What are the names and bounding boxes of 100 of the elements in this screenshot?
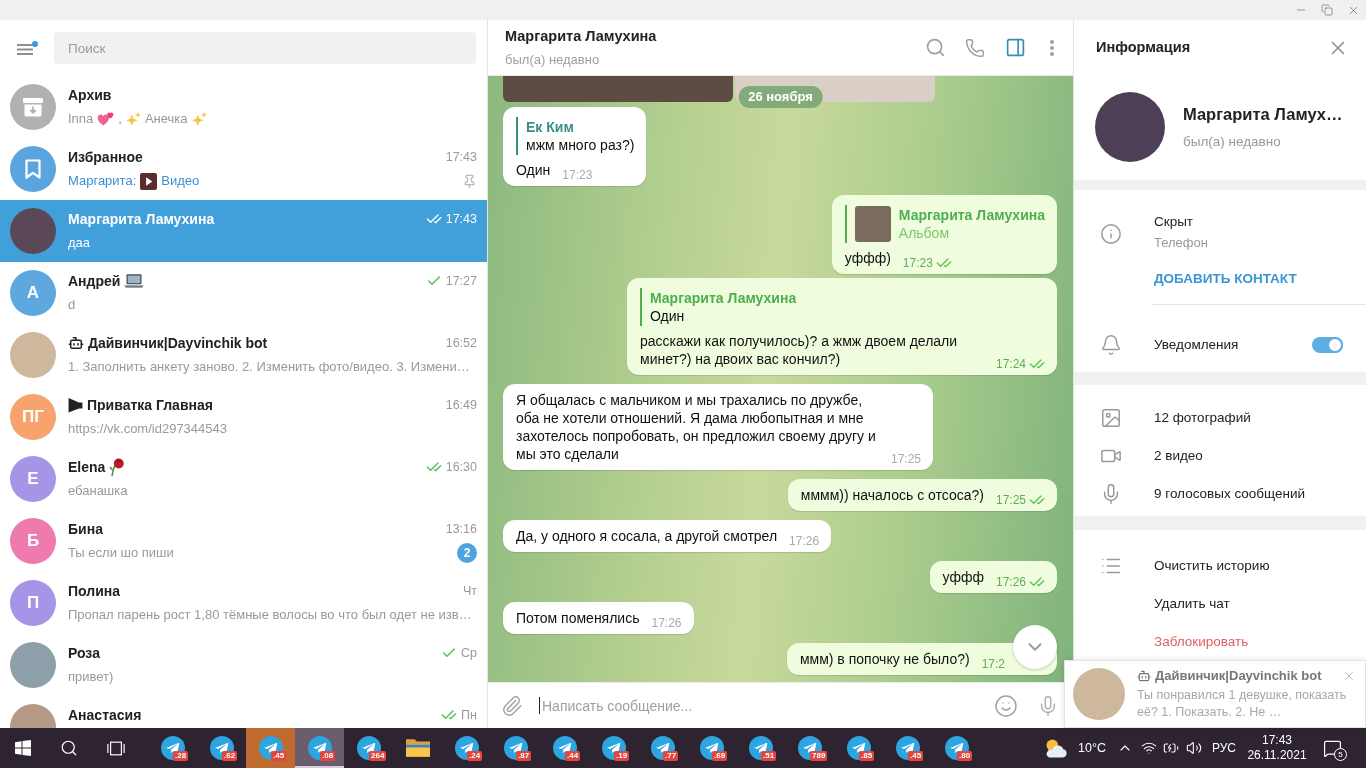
speech-bubble-icon xyxy=(1322,738,1342,758)
taskbar-app-button[interactable]: .45 xyxy=(246,728,295,768)
taskbar-app-button[interactable]: .24 xyxy=(442,728,491,768)
archive-icon xyxy=(10,84,56,130)
chat-name: Избранное xyxy=(68,147,143,167)
image-icon xyxy=(1100,407,1122,429)
taskbar-app-button[interactable]: 264 xyxy=(344,728,393,768)
badge-count: .45 xyxy=(908,751,924,761)
phone-icon xyxy=(965,37,985,58)
message-preview: Пропал парень рост 1,80 тёмные волосы во что был одет не изв… xyxy=(68,606,472,625)
badge-count: .85 xyxy=(859,751,875,761)
bookmark-icon xyxy=(10,146,56,192)
chat-action-button[interactable]: Удалить чат xyxy=(1074,585,1366,623)
notification-title: Дайвинчик|Dayvinchik bot xyxy=(1155,667,1322,686)
paperclip-icon xyxy=(501,694,523,717)
chat-name: Анастасия xyxy=(68,705,142,725)
badge-count: 789 xyxy=(810,751,828,761)
robot-icon xyxy=(68,335,84,351)
message-time: 17:2 xyxy=(981,657,1005,671)
chat-title: Маргарита Ламухина xyxy=(505,26,657,46)
taskbar-app-button[interactable]: .28 xyxy=(148,728,197,768)
shared-media-button[interactable]: 9 голосовых сообщений xyxy=(1074,475,1366,513)
profile-name: Маргарита Ламух… xyxy=(1183,103,1343,125)
megaphone-icon xyxy=(68,397,83,413)
notifications-toggle[interactable] xyxy=(1312,337,1343,353)
sparkle-icon xyxy=(125,112,141,126)
chat-name: Архив xyxy=(68,85,112,105)
message-text: Да, у одного я сосала, а другой смотрел xyxy=(516,527,778,545)
clock-button[interactable]: 17:43 26.11.2021 xyxy=(1242,728,1312,768)
message-time: 17:23 xyxy=(902,256,933,270)
notification-center-button[interactable]: 5 xyxy=(1312,728,1352,768)
scroll-down-button[interactable] xyxy=(1013,625,1057,669)
chat-name: Роза xyxy=(68,643,100,663)
chat-name: Приватка Главная xyxy=(87,395,213,415)
taskbar-app-button[interactable]: .45 xyxy=(883,728,932,768)
taskbar-app-button[interactable]: 789 xyxy=(785,728,834,768)
laptop-icon xyxy=(124,274,145,288)
taskbar-app-button[interactable]: .19 xyxy=(589,728,638,768)
chat-time: 17:43 xyxy=(445,210,477,228)
speaker-icon xyxy=(1186,740,1202,756)
reply-author: Маргарита Ламухина xyxy=(898,206,1045,224)
message-time: 17:25 xyxy=(995,493,1026,507)
chat-name: Elena xyxy=(68,457,106,477)
chat-time: 16:49 xyxy=(445,396,477,414)
sparkle-icon xyxy=(191,112,207,126)
taskbar-app-button[interactable]: .51 xyxy=(736,728,785,768)
chat-name: Андрей xyxy=(68,271,121,291)
profile-status: был(а) недавно xyxy=(1183,133,1282,152)
taskbar-app-button[interactable]: .87 xyxy=(491,728,540,768)
chat-time: Чт xyxy=(462,582,477,600)
contact-avatar: E xyxy=(10,456,56,502)
contact-avatar: А xyxy=(10,270,56,316)
wifi-icon xyxy=(1141,740,1157,756)
badge-count: .45 xyxy=(271,751,287,761)
taskbar-app-button[interactable]: .85 xyxy=(834,728,883,768)
message-text: Один xyxy=(516,161,551,179)
shared-media-button[interactable]: 2 видео xyxy=(1074,437,1366,475)
taskbar-app-button[interactable]: .80 xyxy=(932,728,981,768)
chat-name: Полина xyxy=(68,581,120,601)
preview-text: Анечка xyxy=(144,110,188,129)
avatar-placeholder xyxy=(10,208,56,254)
badge-count: .77 xyxy=(663,751,679,761)
taskbar-app-button[interactable]: .44 xyxy=(540,728,589,768)
taskbar-app-button[interactable]: .08 xyxy=(295,728,344,768)
search-field[interactable]: Поиск xyxy=(54,32,476,64)
taskbar-app-button[interactable]: .69 xyxy=(687,728,736,768)
taskbar-app-button[interactable]: .77 xyxy=(638,728,687,768)
language-button[interactable]: РУС xyxy=(1206,728,1242,768)
text-cursor xyxy=(539,697,540,714)
chat-time: Пн xyxy=(461,706,477,724)
chat-action-button[interactable]: Заблокировать xyxy=(1074,623,1366,661)
video-thumbnail-icon xyxy=(140,172,158,190)
shared-media-button[interactable]: 12 фотографий xyxy=(1074,399,1366,437)
message-time: 17:24 xyxy=(995,357,1026,371)
more-icon xyxy=(1050,39,1054,56)
robot-icon xyxy=(1137,669,1151,683)
reply-author: Маргарита Ламухина xyxy=(650,289,797,307)
notifications-label: Уведомления xyxy=(1154,335,1240,354)
info-icon xyxy=(1100,223,1122,245)
preview-text: Inna xyxy=(68,110,94,129)
chat-name: Бина xyxy=(68,519,103,539)
close-icon xyxy=(1342,669,1356,683)
badge-count: .24 xyxy=(467,751,483,761)
message-text: ммм) в попочку не было?) xyxy=(799,650,970,668)
chat-time: Ср xyxy=(461,644,477,662)
weather-button[interactable]: 10°C xyxy=(1040,728,1112,768)
smiley-icon xyxy=(994,693,1018,718)
battery-icon xyxy=(1163,740,1179,756)
clock-date: 26.11.2021 xyxy=(1247,748,1307,763)
message-preview: Ты если шо пиши xyxy=(68,544,174,563)
message-input[interactable]: Написать сообщение... xyxy=(542,690,991,721)
message-preview: даа xyxy=(68,234,91,253)
taskbar-app-button[interactable]: .62 xyxy=(197,728,246,768)
contact-avatar: Б xyxy=(10,518,56,564)
search-icon xyxy=(924,37,946,58)
restore-icon xyxy=(1321,4,1333,16)
clock-time: 17:43 xyxy=(1262,733,1292,748)
badge-count: .44 xyxy=(565,751,581,761)
chat-action-button[interactable]: Очистить историю xyxy=(1074,547,1366,585)
chat-name: Дайвинчик|Dayvinchik bot xyxy=(88,333,268,353)
